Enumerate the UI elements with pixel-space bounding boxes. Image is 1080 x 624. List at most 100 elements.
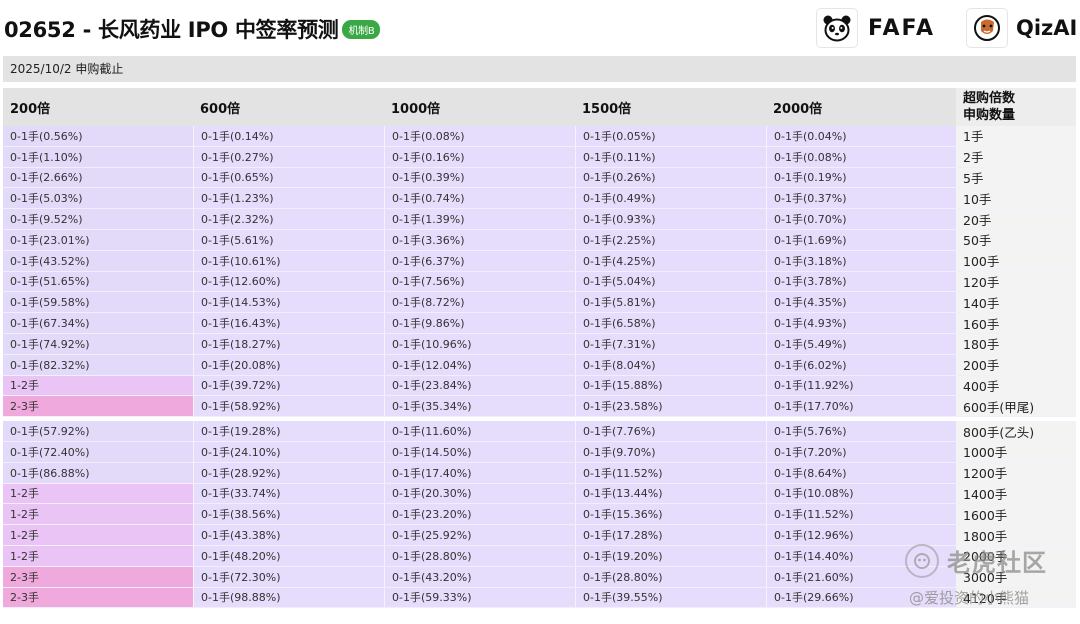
allotment-cell: 0-1手(23.20%) [384, 504, 575, 525]
subscription-deadline-bar: 2025/10/2 申购截止 [3, 56, 1076, 82]
allotment-cell: 0-1手(1.39%) [384, 209, 575, 229]
allotment-cell: 0-1手(19.20%) [575, 545, 766, 566]
allotment-cell: 0-1手(25.92%) [384, 525, 575, 545]
allotment-cell: 0-1手(18.27%) [193, 333, 384, 354]
allotment-cell: 0-1手(0.16%) [384, 146, 575, 167]
allotment-cell: 0-1手(20.30%) [384, 483, 575, 504]
allotment-cell: 0-1手(5.76%) [766, 421, 956, 441]
allotment-cell: 0-1手(28.80%) [575, 566, 766, 587]
allotment-cell: 0-1手(33.74%) [193, 483, 384, 504]
table-row: 0-1手(67.34%) 0-1手(16.43%) 0-1手(9.86%) 0-1手(… [3, 313, 1076, 334]
table-row: 0-1手(23.01%) 0-1手(5.61%) 0-1手(3.36%) 0-1手(2… [3, 229, 1076, 251]
allotment-cell: 0-1手(1.23%) [193, 188, 384, 209]
allotment-cell: 0-1手(11.92%) [766, 375, 956, 396]
allotment-cell: 0-1手(28.92%) [193, 462, 384, 483]
subscription-quantity-cell: 180手 [956, 333, 1076, 354]
table-row: 0-1手(9.52%) 0-1手(2.32%) 0-1手(1.39%) 0-1手(0.… [3, 209, 1076, 230]
subscription-quantity-cell: 1200手 [956, 462, 1076, 483]
table-row: 0-1手(72.40%) 0-1手(24.10%) 0-1手(14.50%) 0-1手… [3, 441, 1076, 463]
allotment-cell: 0-1手(0.19%) [766, 167, 956, 188]
allotment-cell: 0-1手(38.56%) [193, 504, 384, 525]
tiger-community-watermark: 老虎社区 @爱投资的小熊猫 [905, 543, 1075, 613]
allotment-cell: 0-1手(19.28%) [193, 421, 384, 441]
allotment-cell: 0-1手(1.69%) [766, 229, 956, 250]
header: 02652 - 长风药业 IPO 中签率预测 机制B FAFA QizAI [0, 0, 1080, 56]
allotment-cell: 0-1手(72.40%) [3, 441, 193, 462]
allotment-cell: 0-1手(24.10%) [193, 441, 384, 462]
allotment-cell: 0-1手(14.53%) [193, 292, 384, 313]
allotment-cell: 0-1手(10.96%) [384, 333, 575, 354]
qizai-logo: QizAI [966, 8, 1077, 48]
subscription-quantity-cell: 160手 [956, 313, 1076, 333]
allotment-cell: 0-1手(72.30%) [193, 566, 384, 587]
allotment-cell: 0-1手(0.14%) [193, 126, 384, 146]
watermark-main: 老虎社区 [905, 543, 1047, 578]
subscription-quantity-cell: 1000手 [956, 441, 1076, 462]
allotment-cell: 0-1手(9.52%) [3, 209, 193, 229]
allotment-table: 200倍 600倍 1000倍 1500倍 2000倍 超购倍数 申购数量 0-… [3, 88, 1076, 609]
allotment-cell: 0-1手(12.60%) [193, 271, 384, 292]
subscription-quantity-cell: 120手 [956, 271, 1076, 292]
allotment-cell: 0-1手(57.92%) [3, 421, 193, 441]
allotment-cell: 0-1手(58.92%) [193, 396, 384, 417]
table-row: 0-1手(5.03%) 0-1手(1.23%) 0-1手(0.74%) 0-1手(0.… [3, 188, 1076, 210]
allotment-cell: 0-1手(48.20%) [193, 545, 384, 566]
header-line-oversubscription: 超购倍数 [963, 91, 1016, 106]
page-title: 02652 - 长风药业 IPO 中签率预测 机制B [4, 14, 381, 44]
subscription-quantity-cell: 1600手 [956, 504, 1076, 525]
allotment-cell: 0-1手(11.52%) [575, 462, 766, 483]
allotment-cell: 0-1手(0.26%) [575, 167, 766, 188]
allotment-cell: 0-1手(74.92%) [3, 333, 193, 354]
subscription-quantity-cell: 5手 [956, 167, 1076, 188]
allotment-cell: 0-1手(10.61%) [193, 250, 384, 271]
allotment-cell: 0-1手(7.56%) [384, 271, 575, 292]
table-row: 0-1手(74.92%) 0-1手(18.27%) 0-1手(10.96%) 0-1手… [3, 333, 1076, 355]
subscription-quantity-cell: 2手 [956, 146, 1076, 167]
allotment-cell: 0-1手(0.08%) [766, 146, 956, 167]
allotment-cell: 0-1手(28.80%) [384, 545, 575, 566]
subscription-quantity-cell: 50手 [956, 229, 1076, 250]
allotment-cell: 0-1手(43.20%) [384, 566, 575, 587]
allotment-cell: 0-1手(7.20%) [766, 441, 956, 462]
allotment-cell: 0-1手(0.04%) [766, 126, 956, 146]
allotment-cell: 0-1手(7.31%) [575, 333, 766, 354]
table-row: 0-1手(0.56%) 0-1手(0.14%) 0-1手(0.08%) 0-1手(0.… [3, 126, 1076, 147]
table-header-row: 200倍 600倍 1000倍 1500倍 2000倍 超购倍数 申购数量 [3, 88, 1076, 126]
allotment-cell: 0-1手(7.76%) [575, 421, 766, 441]
allotment-cell: 0-1手(39.55%) [575, 587, 766, 608]
allotment-cell: 0-1手(4.35%) [766, 292, 956, 313]
allotment-cell: 0-1手(0.27%) [193, 146, 384, 167]
allotment-cell: 2-3手 [3, 396, 193, 417]
subscription-quantity-cell: 1800手 [956, 525, 1076, 545]
allotment-cell: 0-1手(11.52%) [766, 504, 956, 525]
allotment-cell: 0-1手(10.08%) [766, 483, 956, 504]
allotment-cell: 0-1手(23.84%) [384, 375, 575, 396]
allotment-cell: 0-1手(0.08%) [384, 126, 575, 146]
subscription-quantity-cell: 800手(乙头) [956, 421, 1076, 441]
header-line-quantity: 申购数量 [963, 108, 1016, 123]
allotment-cell: 0-1手(8.72%) [384, 292, 575, 313]
allotment-cell: 0-1手(9.86%) [384, 313, 575, 333]
allotment-cell: 1-2手 [3, 525, 193, 545]
allotment-cell: 0-1手(8.04%) [575, 354, 766, 375]
allotment-cell: 0-1手(16.43%) [193, 313, 384, 333]
table-row: 0-1手(82.32%) 0-1手(20.08%) 0-1手(12.04%) 0-1手… [3, 354, 1076, 376]
allotment-cell: 0-1手(20.08%) [193, 354, 384, 375]
subscription-quantity-cell: 600手(甲尾) [956, 396, 1076, 417]
allotment-cell: 0-1手(15.88%) [575, 375, 766, 396]
allotment-cell: 0-1手(0.37%) [766, 188, 956, 209]
allotment-cell: 0-1手(0.65%) [193, 167, 384, 188]
table-row: 0-1手(57.92%) 0-1手(19.28%) 0-1手(11.60%) 0-1手… [3, 421, 1076, 442]
allotment-cell: 0-1手(59.33%) [384, 587, 575, 608]
allotment-cell: 0-1手(67.34%) [3, 313, 193, 333]
allotment-cell: 1-2手 [3, 375, 193, 396]
allotment-cell: 0-1手(14.50%) [384, 441, 575, 462]
allotment-cell: 0-1手(2.32%) [193, 209, 384, 229]
allotment-cell: 0-1手(17.28%) [575, 525, 766, 545]
table-row: 0-1手(1.10%) 0-1手(0.27%) 0-1手(0.16%) 0-1手(0.… [3, 146, 1076, 168]
allotment-cell: 0-1手(0.49%) [575, 188, 766, 209]
allotment-cell: 0-1手(23.01%) [3, 229, 193, 250]
table-row: 2-3手 0-1手(58.92%) 0-1手(35.34%) 0-1手(23.58%)… [3, 396, 1076, 418]
allotment-cell: 0-1手(0.74%) [384, 188, 575, 209]
column-header: 1000倍 [391, 101, 441, 117]
